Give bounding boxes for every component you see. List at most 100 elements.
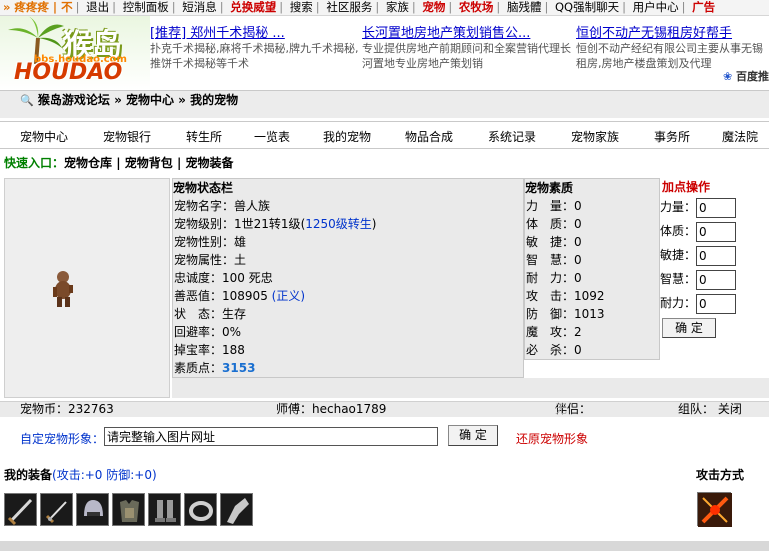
stamina-input[interactable] [696,293,737,314]
quality-row: 敏 捷：0 [526,235,582,249]
quality-row: 魔 攻：2 [526,325,582,339]
baidu-label: 百度推 [736,70,769,83]
custom-image-confirm-button[interactable]: 确 定 [448,425,498,446]
top-user-greeting[interactable]: » 疼疼疼 | 不 [0,0,76,15]
breadcrumb: 🔍 猴岛游戏论坛 » 宠物中心 » 我的宠物 [0,90,769,118]
nav-overview[interactable]: 一览表 [254,128,290,145]
add-strength-row: 力量： [660,196,769,220]
top-pet-link[interactable]: 宠物 [419,0,448,15]
status-name-row: 宠物名字：兽人族 [174,199,271,213]
top-ads-link[interactable]: 广告 [689,0,718,15]
pet-image-panel [4,178,170,398]
pet-nav: 宠物中心 宠物银行 转生所 一览表 我的宠物 物品合成 系统记录 宠物家族 事务… [0,121,769,149]
gauntlet-icon[interactable] [220,493,253,526]
add-wisdom-row: 智慧： [660,268,769,292]
nav-pet-family[interactable]: 宠物家族 [571,128,619,145]
status-gender-row: 宠物性别：雄 [174,235,247,249]
top-redeem-link[interactable]: 兑换威望 [227,0,279,15]
quick-bag-link[interactable]: 宠物背包 [125,156,173,170]
custom-image-row: 自定宠物形象： 确 定 还原宠物形象 [0,420,769,454]
top-control-panel-link[interactable]: 控制面板 [120,0,172,15]
custom-image-url-input[interactable] [104,427,438,446]
ad-title[interactable]: 长河置地房地产策划销售公... [362,22,572,41]
nav-rebirth[interactable]: 转生所 [186,128,222,145]
status-bottom-fill [172,378,769,398]
top-family-link[interactable]: 家族 [383,0,412,15]
dagger-icon[interactable] [40,493,73,526]
baidu-promo[interactable]: ❀ 百度推 [723,68,769,84]
strength-input[interactable] [696,197,737,218]
quality-row: 力 量：0 [526,199,582,213]
restore-image-link[interactable]: 还原宠物形象 [516,430,588,447]
nav-synthesis[interactable]: 物品合成 [405,128,453,145]
paw-icon: ❀ [722,70,733,83]
status-points-row: 素质点：3153 [174,361,256,375]
top-messages-link[interactable]: 短消息 [179,0,220,15]
status-level-row: 宠物级别：1世21转1级(1250级转生) [174,217,377,231]
top-brain-link[interactable]: 脑残體 [504,0,545,15]
wisdom-input[interactable] [696,269,737,290]
quick-label: 快速入口： [4,156,65,170]
nav-log[interactable]: 系统记录 [488,128,536,145]
pet-figure-icon [53,271,73,307]
ad-desc: 专业提供房地产前期顾问和全案营销代理长河置地专业房地产策划销 [362,42,571,70]
boots-icon[interactable] [148,493,181,526]
helmet-icon[interactable] [76,493,109,526]
ad-title[interactable]: [推荐] 郑州千术揭秘 ... [150,22,360,41]
nav-pet-center[interactable]: 宠物中心 [20,128,68,145]
ad-block-2[interactable]: 长河置地房地产策划销售公... 专业提供房地产前期顾问和全案营销代理长河置地专业… [362,22,572,71]
nav-magic-hall[interactable]: 魔法院 [722,128,758,145]
agility-input[interactable] [696,245,737,266]
pet-status-panel: 宠物状态栏 宠物名字：兽人族 宠物级别：1世21转1级(1250级转生) 宠物性… [172,178,524,378]
add-constitution-row: 体质： [660,220,769,244]
add-stamina-row: 耐力： [660,292,769,316]
ad-title[interactable]: 恒创不动产无锡租房好帮手 [576,22,769,41]
quick-entry: 快速入口：宠物仓库 | 宠物背包 | 宠物装备 [4,156,234,170]
equipment-header: 我的装备(攻击:+0 防御:+0) [4,466,157,483]
add-points-title: 加点操作 [662,180,711,194]
status-state-row: 状 态：生存 [174,307,247,321]
quality-row: 耐 力：0 [526,271,582,285]
header: 猴岛 bbs.houdao.com HOUDAO [推荐] 郑州千术揭秘 ...… [0,16,769,90]
status-good-row: 善恶值：108905 (正义) [174,289,306,303]
sword-icon[interactable] [4,493,37,526]
breadcrumb-text[interactable]: 猴岛游戏论坛 » 宠物中心 » 我的宠物 [38,93,238,107]
quality-title: 宠物素质 [525,181,574,195]
ad-desc: 恒创不动产经纪有限公司主要从事无锡租房,房地产楼盘策划及代理 [576,42,763,70]
equipment-title: 我的装备 [4,468,53,482]
add-points-confirm-button[interactable]: 确 定 [662,318,716,338]
top-qq-link[interactable]: QQ强制聊天 [552,0,622,15]
quality-row: 智 慧：0 [526,253,582,267]
ring-icon[interactable] [184,493,217,526]
bottom-bar [0,541,769,551]
top-farm-link[interactable]: 农牧场 [456,0,497,15]
nav-office[interactable]: 事务所 [654,128,690,145]
status-dodge-row: 回避率：0% [174,325,242,339]
search-icon: 🔍 [20,94,34,107]
quality-row: 体 质：0 [526,217,582,231]
top-logout-link[interactable]: 退出 [83,0,112,15]
armor-icon[interactable] [112,493,145,526]
rebirth-level-link[interactable]: 1250级转生 [305,217,372,231]
attack-mode-icon[interactable] [697,492,732,527]
quick-equipment-link[interactable]: 宠物装备 [186,156,234,170]
ad-block-3[interactable]: 恒创不动产无锡租房好帮手 恒创不动产经纪有限公司主要从事无锡租房,房地产楼盘策划… [576,22,769,71]
top-search-link[interactable]: 搜索 [287,0,316,15]
add-agility-row: 敏捷： [660,244,769,268]
status-title: 宠物状态栏 [173,181,234,195]
justice-link[interactable]: (正义) [272,289,305,303]
nav-my-pet[interactable]: 我的宠物 [323,128,371,145]
status-loyalty-row: 忠诚度：100 死忠 [174,271,273,285]
quality-row: 必 杀：0 [526,343,582,357]
top-bar: » 疼疼疼 | 不 | 退出 | 控制面板 | 短消息 | 兑换威望 | 搜索 | 社区服务… [0,0,769,16]
quick-warehouse-link[interactable]: 宠物仓库 [64,156,112,170]
logo-text: HOUDAO [14,60,123,85]
ad-block-1[interactable]: [推荐] 郑州千术揭秘 ... 扑克千术揭秘,麻将千术揭秘,牌九千术揭秘,推饼千… [150,22,360,71]
constitution-input[interactable] [696,221,737,242]
equipment-stats: (攻击:+0 防御:+0) [52,468,157,482]
top-community-link[interactable]: 社区服务 [323,0,375,15]
top-user-center-link[interactable]: 用户中心 [630,0,682,15]
nav-pet-bank[interactable]: 宠物银行 [103,128,151,145]
pet-coin: 宠物币：232763 [20,402,114,416]
site-logo[interactable]: 猴岛 bbs.houdao.com HOUDAO [0,16,150,90]
